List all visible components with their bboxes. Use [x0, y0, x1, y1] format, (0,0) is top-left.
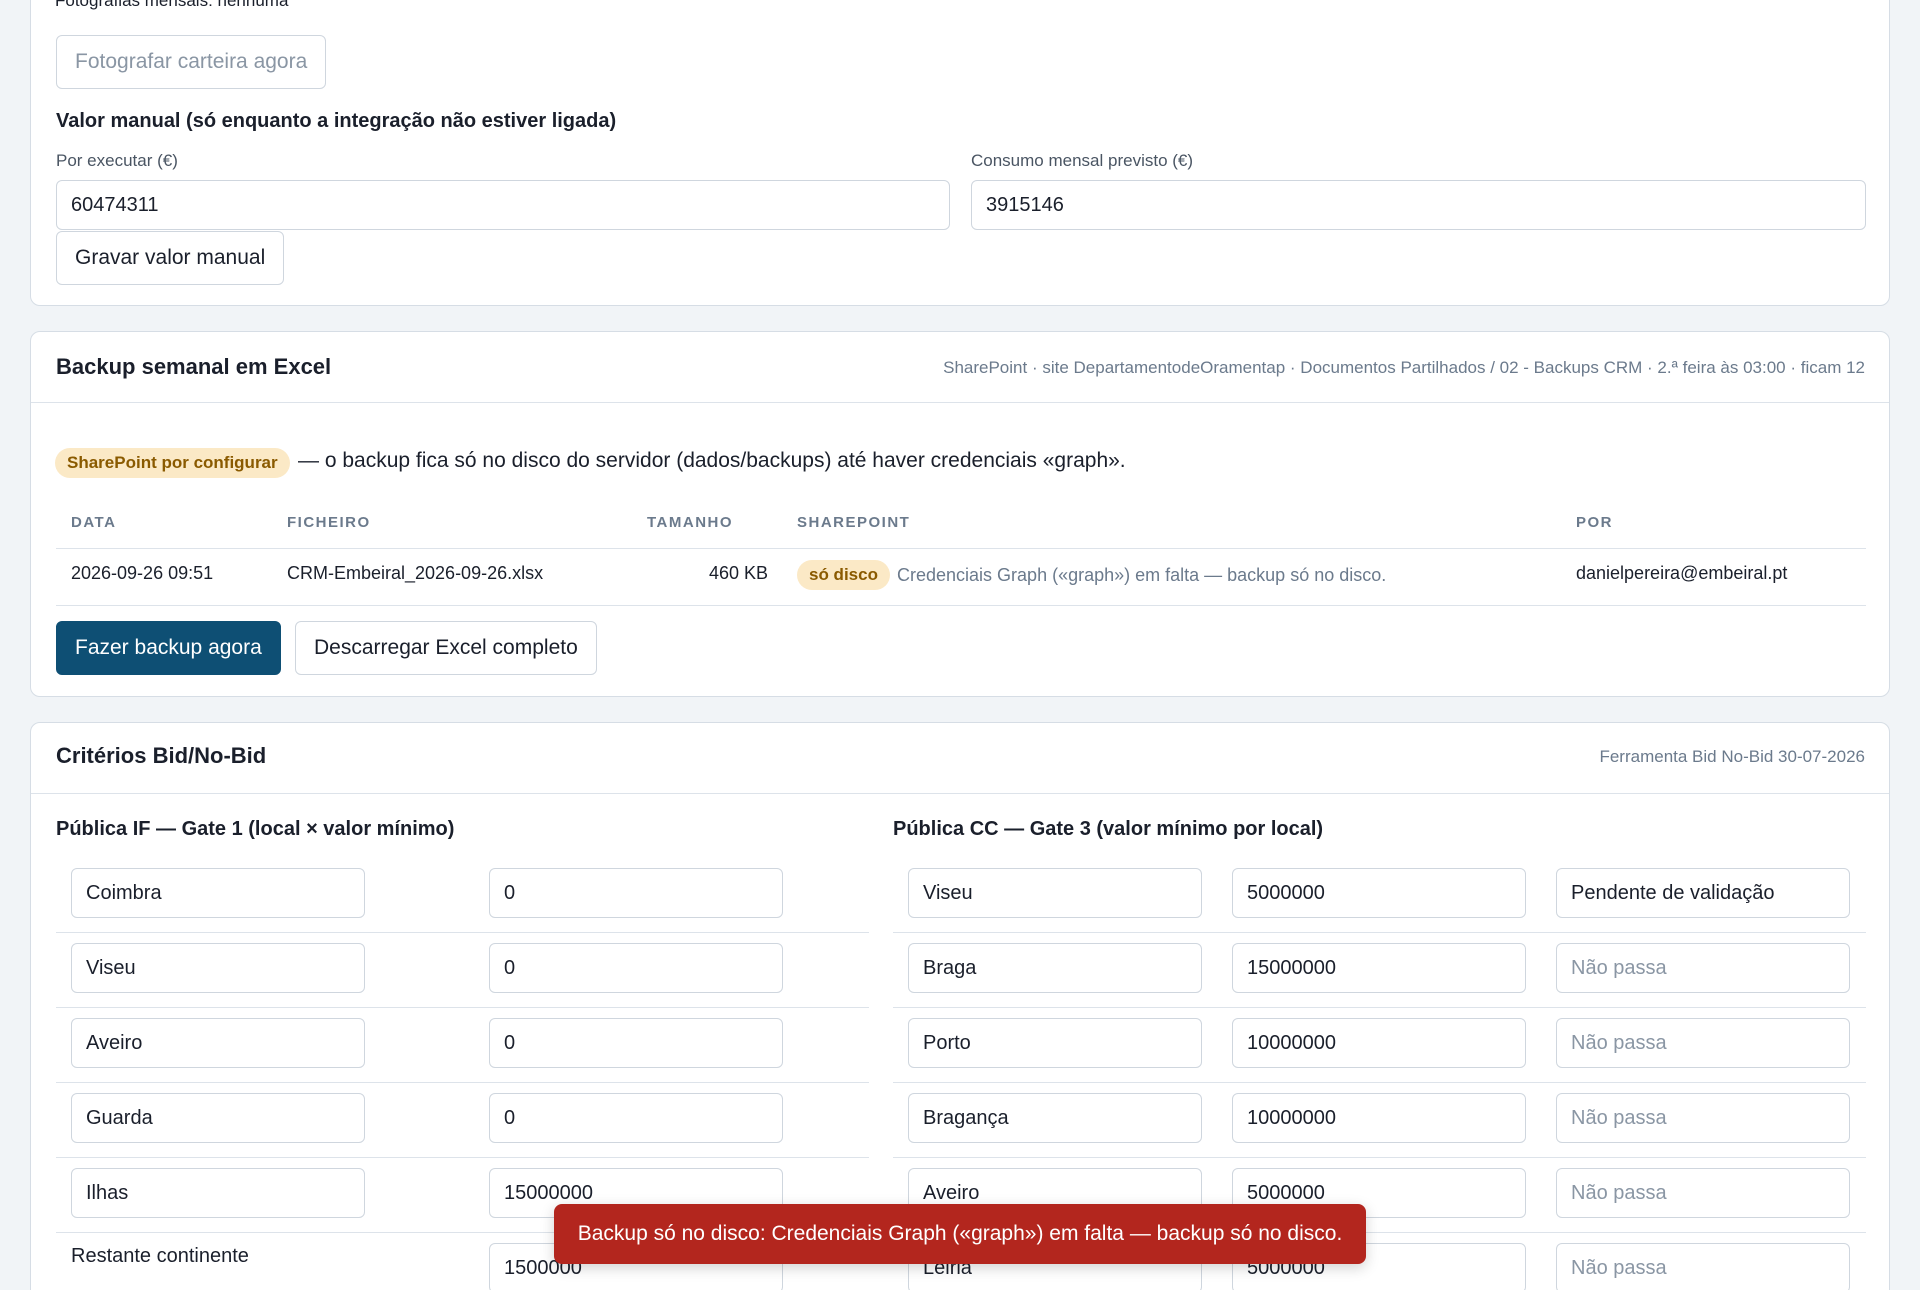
col-header-tamanho: TAMANHO [647, 514, 734, 531]
row-date: 2026-09-26 09:51 [71, 563, 214, 583]
if-local-input[interactable]: Viseu [71, 943, 365, 993]
cc-row-divider [893, 932, 1866, 933]
backup-header-divider [31, 402, 1889, 403]
if-value-input[interactable]: 0 [489, 1018, 783, 1068]
cc-row-divider [893, 1007, 1866, 1008]
por-executar-label: Por executar (€) [56, 151, 178, 170]
table-header-divider [56, 548, 1866, 549]
bid-title: Critérios Bid/No-Bid [56, 743, 267, 768]
row-sharepoint-badge: só disco [797, 560, 890, 590]
cc-local-input[interactable]: Porto [908, 1018, 1202, 1068]
cc-local-input[interactable]: Bragança [908, 1093, 1202, 1143]
if-local-input[interactable]: Coimbra [71, 868, 365, 918]
row-size: 460 KB [709, 563, 769, 583]
if-gate-heading: Pública IF — Gate 1 (local × valor mínim… [56, 818, 455, 840]
consumo-input[interactable]: 3915146 [971, 180, 1866, 230]
backup-title: Backup semanal em Excel [56, 354, 332, 379]
backup-meta: SharePoint · site DepartamentodeOramenta… [943, 358, 1865, 377]
if-row-divider [56, 932, 869, 933]
backup-now-button[interactable]: Fazer backup agora [56, 621, 281, 675]
cc-local-input[interactable]: Viseu [908, 868, 1202, 918]
save-manual-value-button[interactable]: Gravar valor manual [56, 231, 285, 285]
if-local-static: Restante continente [71, 1245, 249, 1267]
cc-result-field[interactable]: Não passa [1556, 1018, 1850, 1068]
cc-row-divider [893, 1157, 1866, 1158]
cc-gate-heading: Pública CC — Gate 3 (valor mínimo por lo… [893, 818, 1324, 840]
if-value-input[interactable]: 0 [489, 868, 783, 918]
col-header-por: POR [1576, 514, 1614, 531]
por-executar-input[interactable]: 60474311 [56, 180, 950, 230]
cc-value-input[interactable]: 10000000 [1232, 1093, 1526, 1143]
cc-result-field[interactable]: Não passa [1556, 943, 1850, 993]
table-row-divider [56, 605, 1866, 606]
download-excel-button[interactable]: Descarregar Excel completo [295, 621, 597, 675]
bid-header-divider [31, 793, 1889, 794]
col-header-sharepoint: SHAREPOINT [797, 514, 911, 531]
row-by: danielpereira@embeiral.pt [1576, 563, 1788, 583]
cc-local-input[interactable]: Braga [908, 943, 1202, 993]
if-row-divider [56, 1007, 869, 1008]
row-file: CRM-Embeiral_2026-09-26.xlsx [287, 563, 544, 583]
cc-result-field[interactable]: Não passa [1556, 1093, 1850, 1143]
if-row-divider [56, 1157, 869, 1158]
sharepoint-status-badge: SharePoint por configurar [55, 448, 290, 478]
photo-portfolio-button[interactable]: Fotografar carteira agora [56, 35, 327, 89]
consumo-label: Consumo mensal previsto (€) [971, 151, 1194, 170]
cc-result-field[interactable]: Pendente de validação [1556, 868, 1850, 918]
cc-row-divider [893, 1082, 1866, 1083]
col-header-data: DATA [71, 514, 117, 531]
monthly-photos-text: Fotografias mensais: nenhuma [55, 0, 289, 10]
manual-value-heading: Valor manual (só enquanto a integração n… [56, 110, 617, 132]
cc-value-input[interactable]: 15000000 [1232, 943, 1526, 993]
if-local-input[interactable]: Aveiro [71, 1018, 365, 1068]
if-value-input[interactable]: 0 [489, 1093, 783, 1143]
carteira-card: Fotografias mensais: nenhuma Fotografar … [30, 0, 1890, 306]
bid-meta: Ferramenta Bid No-Bid 30-07-2026 [1599, 747, 1865, 766]
cc-value-input[interactable]: 5000000 [1232, 868, 1526, 918]
cc-value-input[interactable]: 10000000 [1232, 1018, 1526, 1068]
if-row-divider [56, 1082, 869, 1083]
if-value-input[interactable]: 0 [489, 943, 783, 993]
cc-result-field[interactable]: Não passa [1556, 1168, 1850, 1218]
cc-result-field[interactable]: Não passa [1556, 1243, 1850, 1290]
if-local-input[interactable]: Guarda [71, 1093, 365, 1143]
if-local-input[interactable]: Ilhas [71, 1168, 365, 1218]
error-toast[interactable]: Backup só no disco: Credenciais Graph («… [554, 1204, 1366, 1264]
row-sharepoint-note: Credenciais Graph («graph») em falta — b… [897, 565, 1387, 585]
sharepoint-status-text: — o backup fica só no disco do servidor … [298, 449, 1126, 472]
col-header-ficheiro: FICHEIRO [287, 514, 371, 531]
backup-card: Backup semanal em Excel SharePoint · sit… [30, 331, 1890, 697]
